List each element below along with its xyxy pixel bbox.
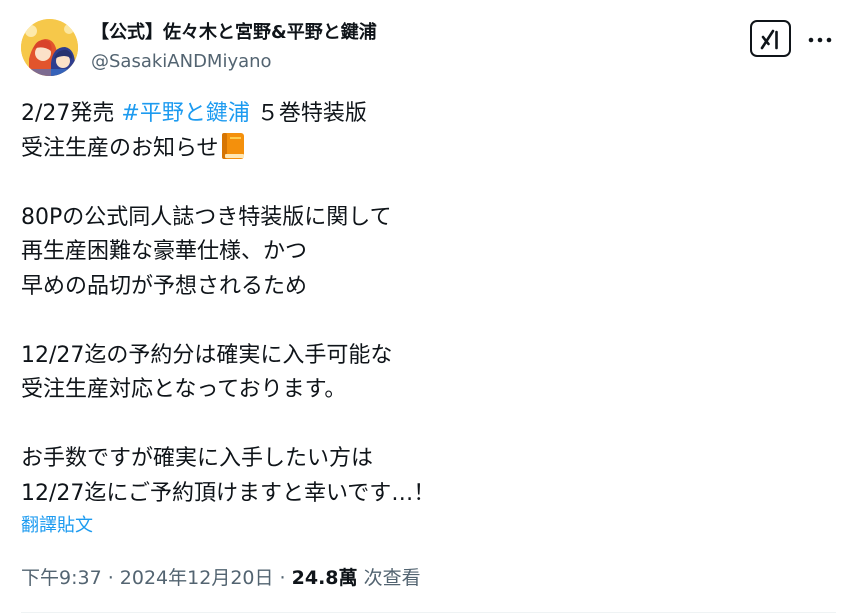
more-horizontal-icon <box>808 37 832 43</box>
hashtag-link[interactable]: #平野と鍵浦 <box>121 101 249 126</box>
more-options-button[interactable] <box>806 28 834 52</box>
avatar[interactable] <box>21 19 78 76</box>
post-line: 80Pの公式同人誌つき特装版に関して <box>21 204 392 230</box>
grok-button[interactable] <box>750 20 791 57</box>
post-line: 12/27迄にご予約頂けますと幸いです…！ <box>21 480 436 506</box>
post-line: 受注生産対応となっております。 <box>21 377 347 402</box>
grok-icon <box>760 29 778 49</box>
post-text-segment: 2/27発売 <box>21 101 122 126</box>
meta-separator: · <box>101 567 120 589</box>
translate-post-link[interactable]: 翻譯貼文 <box>21 513 93 539</box>
post-line: 早めの品切が予想されるため <box>21 273 308 299</box>
post-text-segment: 受注生産のお知らせ <box>21 135 219 161</box>
post-metadata: 下午9:37 · 2024年12月20日 · 24.8萬 次查看 <box>21 564 421 592</box>
post-text-segment: ５巻特装版 <box>249 101 367 126</box>
post-line: 12/27迄の予約分は確実に入手可能な <box>21 342 393 368</box>
post-line: 再生産困難な豪華仕様、かつ <box>21 239 308 264</box>
views-label: 次查看 <box>357 567 421 589</box>
post-line: 2/27発売 #平野と鍵浦 ５巻特装版 <box>21 97 821 132</box>
divider <box>21 612 836 613</box>
post-time[interactable]: 下午9:37 <box>21 567 102 589</box>
views-count: 24.8萬 <box>291 567 358 589</box>
author-handle[interactable]: @SasakiANDMiyano <box>91 49 272 75</box>
post-text: 2/27発売 #平野と鍵浦 ５巻特装版 受注生産のお知らせ 80Pの公式同人誌つ… <box>21 97 821 511</box>
post-line: お手数ですが確実に入手したい方は <box>21 446 374 471</box>
post-date[interactable]: 2024年12月20日 <box>120 567 274 589</box>
orange-book-emoji-icon <box>221 132 244 159</box>
tweet: 【公式】佐々木と宮野&平野と鍵浦 @SasakiANDMiyano 2/27発売… <box>0 0 857 616</box>
author-display-name[interactable]: 【公式】佐々木と宮野&平野と鍵浦 <box>91 20 377 46</box>
anime-characters-avatar-icon <box>21 19 78 76</box>
post-line: 受注生産のお知らせ <box>21 132 821 167</box>
meta-separator: · <box>273 567 292 589</box>
